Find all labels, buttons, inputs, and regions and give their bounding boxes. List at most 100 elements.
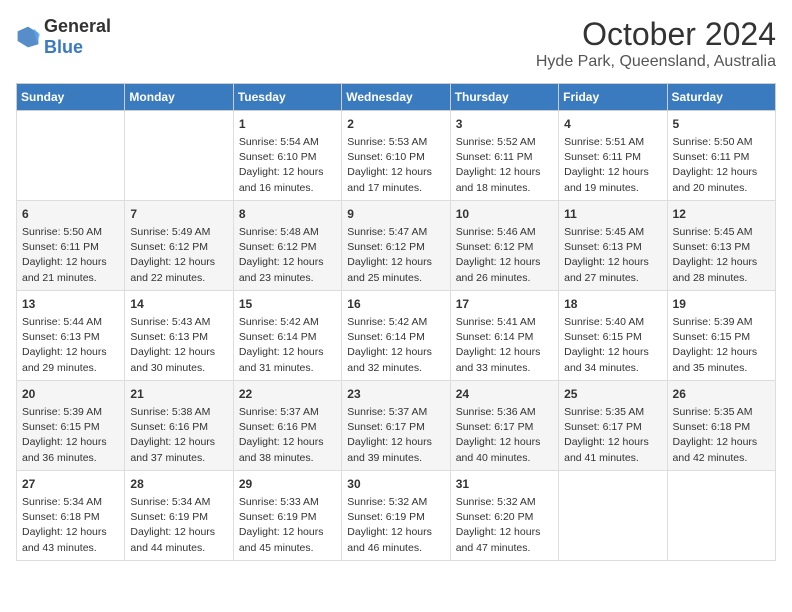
calendar-table: SundayMondayTuesdayWednesdayThursdayFrid… <box>16 83 776 561</box>
calendar-cell: 1 Sunrise: 5:54 AMSunset: 6:10 PMDaylight… <box>233 111 341 201</box>
calendar-cell: 3 Sunrise: 5:52 AMSunset: 6:11 PMDaylight… <box>450 111 558 201</box>
day-number: 23 <box>347 385 444 403</box>
logo-icon <box>16 25 40 49</box>
calendar-week-1: 1 Sunrise: 5:54 AMSunset: 6:10 PMDaylight… <box>17 111 776 201</box>
day-info: Sunrise: 5:38 AMSunset: 6:16 PMDaylight:… <box>130 405 227 466</box>
calendar-cell: 10 Sunrise: 5:46 AMSunset: 6:12 PMDayligh… <box>450 201 558 291</box>
day-info: Sunrise: 5:43 AMSunset: 6:13 PMDaylight:… <box>130 315 227 376</box>
calendar-cell: 4 Sunrise: 5:51 AMSunset: 6:11 PMDaylight… <box>559 111 667 201</box>
day-info: Sunrise: 5:51 AMSunset: 6:11 PMDaylight:… <box>564 135 661 196</box>
calendar-cell: 15 Sunrise: 5:42 AMSunset: 6:14 PMDayligh… <box>233 291 341 381</box>
day-number: 30 <box>347 475 444 493</box>
month-title: October 2024 <box>536 16 776 53</box>
calendar-cell: 9 Sunrise: 5:47 AMSunset: 6:12 PMDaylight… <box>342 201 450 291</box>
day-number: 14 <box>130 295 227 313</box>
day-info: Sunrise: 5:40 AMSunset: 6:15 PMDaylight:… <box>564 315 661 376</box>
logo-text: General Blue <box>44 16 111 58</box>
weekday-header-thursday: Thursday <box>450 84 558 111</box>
day-number: 19 <box>673 295 770 313</box>
day-info: Sunrise: 5:42 AMSunset: 6:14 PMDaylight:… <box>239 315 336 376</box>
calendar-cell: 25 Sunrise: 5:35 AMSunset: 6:17 PMDayligh… <box>559 381 667 471</box>
calendar-cell: 22 Sunrise: 5:37 AMSunset: 6:16 PMDayligh… <box>233 381 341 471</box>
day-number: 16 <box>347 295 444 313</box>
calendar-cell: 8Sunrise: 5:48 AMSunset: 6:12 PMDaylight… <box>233 201 341 291</box>
day-info: Sunrise: 5:46 AMSunset: 6:12 PMDaylight:… <box>456 225 553 286</box>
day-info: Sunrise: 5:37 AMSunset: 6:17 PMDaylight:… <box>347 405 444 466</box>
day-info: Sunrise: 5:48 AMSunset: 6:12 PMDaylight:… <box>239 225 336 286</box>
day-info: Sunrise: 5:35 AMSunset: 6:17 PMDaylight:… <box>564 405 661 466</box>
day-number: 10 <box>456 205 553 223</box>
calendar-cell: 16Sunrise: 5:42 AMSunset: 6:14 PMDayligh… <box>342 291 450 381</box>
calendar-cell: 17 Sunrise: 5:41 AMSunset: 6:14 PMDayligh… <box>450 291 558 381</box>
day-info: Sunrise: 5:52 AMSunset: 6:11 PMDaylight:… <box>456 135 553 196</box>
title-block: October 2024 Hyde Park, Queensland, Aust… <box>536 16 776 71</box>
day-info: Sunrise: 5:34 AMSunset: 6:19 PMDaylight:… <box>130 495 227 556</box>
logo-blue: Blue <box>44 37 83 57</box>
day-number: 9 <box>347 205 444 223</box>
day-info: Sunrise: 5:49 AMSunset: 6:12 PMDaylight:… <box>130 225 227 286</box>
calendar-cell: 27Sunrise: 5:34 AMSunset: 6:18 PMDayligh… <box>17 471 125 561</box>
calendar-week-2: 6 Sunrise: 5:50 AMSunset: 6:11 PMDaylight… <box>17 201 776 291</box>
day-info: Sunrise: 5:44 AMSunset: 6:13 PMDaylight:… <box>22 315 119 376</box>
day-number: 6 <box>22 205 119 223</box>
calendar-header-row: SundayMondayTuesdayWednesdayThursdayFrid… <box>17 84 776 111</box>
day-info: Sunrise: 5:33 AMSunset: 6:19 PMDaylight:… <box>239 495 336 556</box>
calendar-cell <box>667 471 775 561</box>
calendar-cell: 18 Sunrise: 5:40 AMSunset: 6:15 PMDayligh… <box>559 291 667 381</box>
day-info: Sunrise: 5:39 AMSunset: 6:15 PMDaylight:… <box>673 315 770 376</box>
day-number: 11 <box>564 205 661 223</box>
day-info: Sunrise: 5:45 AMSunset: 6:13 PMDaylight:… <box>564 225 661 286</box>
calendar-cell: 20 Sunrise: 5:39 AMSunset: 6:15 PMDayligh… <box>17 381 125 471</box>
weekday-header-tuesday: Tuesday <box>233 84 341 111</box>
calendar-cell <box>125 111 233 201</box>
day-number: 4 <box>564 115 661 133</box>
logo-general: General <box>44 16 111 36</box>
logo: General Blue <box>16 16 111 58</box>
calendar-cell: 7 Sunrise: 5:49 AMSunset: 6:12 PMDaylight… <box>125 201 233 291</box>
weekday-header-monday: Monday <box>125 84 233 111</box>
day-info: Sunrise: 5:53 AMSunset: 6:10 PMDaylight:… <box>347 135 444 196</box>
page-header: General Blue October 2024 Hyde Park, Que… <box>16 16 776 71</box>
location-title: Hyde Park, Queensland, Australia <box>536 53 776 71</box>
day-number: 22 <box>239 385 336 403</box>
day-number: 18 <box>564 295 661 313</box>
weekday-header-wednesday: Wednesday <box>342 84 450 111</box>
calendar-cell: 23 Sunrise: 5:37 AMSunset: 6:17 PMDayligh… <box>342 381 450 471</box>
weekday-header-sunday: Sunday <box>17 84 125 111</box>
day-number: 3 <box>456 115 553 133</box>
calendar-cell: 30 Sunrise: 5:32 AMSunset: 6:19 PMDayligh… <box>342 471 450 561</box>
day-number: 5 <box>673 115 770 133</box>
day-number: 12 <box>673 205 770 223</box>
day-info: Sunrise: 5:41 AMSunset: 6:14 PMDaylight:… <box>456 315 553 376</box>
calendar-cell: 24 Sunrise: 5:36 AMSunset: 6:17 PMDayligh… <box>450 381 558 471</box>
day-info: Sunrise: 5:39 AMSunset: 6:15 PMDaylight:… <box>22 405 119 466</box>
day-number: 15 <box>239 295 336 313</box>
day-info: Sunrise: 5:47 AMSunset: 6:12 PMDaylight:… <box>347 225 444 286</box>
calendar-cell: 5 Sunrise: 5:50 AMSunset: 6:11 PMDaylight… <box>667 111 775 201</box>
day-number: 20 <box>22 385 119 403</box>
day-number: 24 <box>456 385 553 403</box>
day-number: 7 <box>130 205 227 223</box>
calendar-cell: 26Sunrise: 5:35 AMSunset: 6:18 PMDayligh… <box>667 381 775 471</box>
day-info: Sunrise: 5:50 AMSunset: 6:11 PMDaylight:… <box>673 135 770 196</box>
calendar-cell: 29Sunrise: 5:33 AMSunset: 6:19 PMDayligh… <box>233 471 341 561</box>
day-info: Sunrise: 5:32 AMSunset: 6:20 PMDaylight:… <box>456 495 553 556</box>
calendar-week-5: 27Sunrise: 5:34 AMSunset: 6:18 PMDayligh… <box>17 471 776 561</box>
calendar-cell: 6 Sunrise: 5:50 AMSunset: 6:11 PMDaylight… <box>17 201 125 291</box>
day-number: 17 <box>456 295 553 313</box>
day-info: Sunrise: 5:45 AMSunset: 6:13 PMDaylight:… <box>673 225 770 286</box>
day-info: Sunrise: 5:34 AMSunset: 6:18 PMDaylight:… <box>22 495 119 556</box>
day-number: 25 <box>564 385 661 403</box>
day-info: Sunrise: 5:37 AMSunset: 6:16 PMDaylight:… <box>239 405 336 466</box>
day-number: 21 <box>130 385 227 403</box>
day-info: Sunrise: 5:36 AMSunset: 6:17 PMDaylight:… <box>456 405 553 466</box>
day-info: Sunrise: 5:32 AMSunset: 6:19 PMDaylight:… <box>347 495 444 556</box>
calendar-cell: 11 Sunrise: 5:45 AMSunset: 6:13 PMDayligh… <box>559 201 667 291</box>
day-info: Sunrise: 5:54 AMSunset: 6:10 PMDaylight:… <box>239 135 336 196</box>
calendar-week-4: 20 Sunrise: 5:39 AMSunset: 6:15 PMDayligh… <box>17 381 776 471</box>
calendar-cell: 19 Sunrise: 5:39 AMSunset: 6:15 PMDayligh… <box>667 291 775 381</box>
day-info: Sunrise: 5:50 AMSunset: 6:11 PMDaylight:… <box>22 225 119 286</box>
weekday-header-friday: Friday <box>559 84 667 111</box>
calendar-cell: 28Sunrise: 5:34 AMSunset: 6:19 PMDayligh… <box>125 471 233 561</box>
day-number: 1 <box>239 115 336 133</box>
